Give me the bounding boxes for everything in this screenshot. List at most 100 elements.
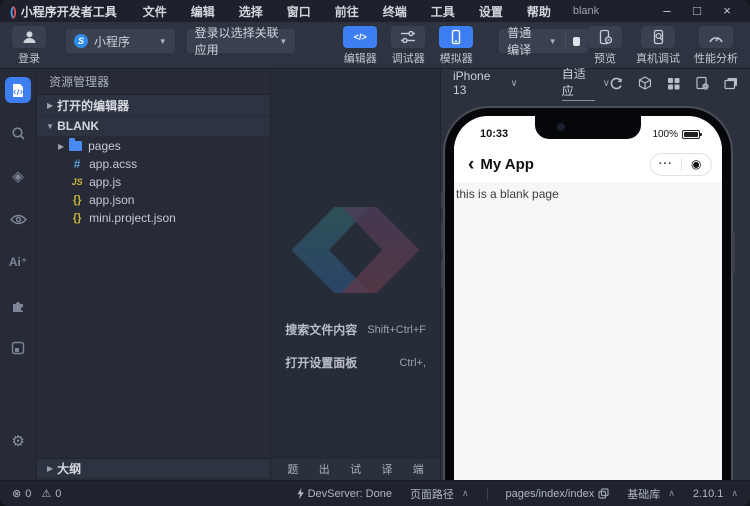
tab-debug[interactable]: 试 xyxy=(350,461,361,477)
phone-screen[interactable]: 10:33 100% ‹ My App ··· xyxy=(454,116,722,480)
project-root-row[interactable]: ▼ BLANK xyxy=(37,116,270,136)
phone-frame: 10:33 100% ‹ My App ··· xyxy=(445,108,731,480)
package-icon[interactable]: ◈ xyxy=(12,168,24,184)
page-config-icon[interactable] xyxy=(695,76,709,90)
preview-button[interactable]: 预览 xyxy=(588,26,622,66)
perf-analysis-button[interactable]: 性能分析 xyxy=(694,26,738,66)
shortcut-search-files: 搜索文件内容 Shift+Ctrl+F xyxy=(285,321,426,338)
app-logo-icon: () xyxy=(10,4,15,19)
code-icon: </> xyxy=(343,26,377,48)
rotate-icon[interactable] xyxy=(610,77,623,90)
app-window: () 小程序开发者工具 文件 编辑 选择 窗口 前往 终端 工具 设置 帮助 b… xyxy=(0,0,750,506)
more-dots-icon[interactable]: ··· xyxy=(651,158,681,170)
phone-icon xyxy=(439,26,473,48)
compile-mode-dropdown[interactable]: 普通编译 ▼ xyxy=(499,29,588,53)
open-editors-section[interactable]: ▶ 打开的编辑器 xyxy=(37,95,270,115)
eye-icon[interactable] xyxy=(10,211,27,227)
page-content: this is a blank page xyxy=(454,182,722,480)
back-chevron-icon[interactable]: ‹ xyxy=(468,155,474,174)
extensions-puzzle-icon[interactable] xyxy=(10,297,26,313)
copy-icon[interactable] xyxy=(598,488,609,499)
scale-dropdown[interactable]: 自适应 xyxy=(562,65,595,101)
settings-gear-icon[interactable]: ⚙ xyxy=(11,432,24,450)
menu-tools[interactable]: 工具 xyxy=(419,3,467,20)
phone-mockup: 10:33 100% ‹ My App ··· xyxy=(443,106,733,480)
grid-view-icon[interactable] xyxy=(667,77,680,90)
file-item-mini-project-json[interactable]: {} mini.project.json xyxy=(37,209,270,227)
tab-terminal[interactable]: 端 xyxy=(413,461,424,477)
shortcut-open-settings: 打开设置面板 Ctrl+, xyxy=(285,354,426,371)
tab-output[interactable]: 出 xyxy=(319,461,330,477)
multi-window-icon[interactable] xyxy=(724,77,738,90)
chevron-up-icon: ∧ xyxy=(731,488,738,499)
base-lib-version[interactable]: 2.10.1∧ xyxy=(693,488,738,500)
error-icon: ⊗ xyxy=(12,487,21,500)
simulator-toolbar: iPhone 13 ∨ 自适应 ∨ xyxy=(441,69,750,97)
phone-mute-switch xyxy=(441,192,444,208)
warning-count[interactable]: ⚠0 xyxy=(41,487,61,500)
menu-terminal[interactable]: 终端 xyxy=(371,3,419,20)
compile-button[interactable] xyxy=(573,37,580,46)
phone-power-button xyxy=(732,232,735,274)
remote-debug-button[interactable]: 真机调试 xyxy=(636,26,680,66)
explorer-rail-button[interactable] xyxy=(5,77,31,103)
file-item-app-js[interactable]: JS app.js xyxy=(37,173,270,191)
page-path-toggle[interactable]: 页面路径∧ xyxy=(410,486,469,502)
folder-icon xyxy=(69,141,82,151)
chevron-right-icon: ▶ xyxy=(43,464,57,473)
chevron-down-icon: ▼ xyxy=(549,37,557,46)
json-file-icon: {} xyxy=(69,212,85,224)
close-target-icon[interactable]: ◉ xyxy=(682,157,712,171)
miniprogram-icon: S xyxy=(74,34,88,48)
camera-dot xyxy=(557,123,565,131)
editor-panel: 搜索文件内容 Shift+Ctrl+F 打开设置面板 Ctrl+, 题 出 试 … xyxy=(271,69,441,480)
editor-toggle-button[interactable]: </> 编辑器 xyxy=(343,26,377,66)
outline-section[interactable]: ▶ 大纲 xyxy=(37,458,270,478)
chevron-down-icon: ∨ xyxy=(603,78,610,89)
page-path-value[interactable]: pages/index/index xyxy=(506,488,610,500)
battery-percent: 100% xyxy=(652,129,678,140)
editor-bottom-tabs: 题 出 试 译 端 xyxy=(271,457,440,480)
project-type-dropdown[interactable]: S 小程序 ▼ xyxy=(66,29,175,53)
minimize-button[interactable]: – xyxy=(652,0,682,22)
device-dropdown[interactable]: iPhone 13 xyxy=(453,69,502,97)
error-count[interactable]: ⊗0 xyxy=(12,487,31,500)
menu-settings[interactable]: 设置 xyxy=(467,3,515,20)
divider xyxy=(565,34,566,48)
search-icon[interactable] xyxy=(11,125,26,141)
folder-item-pages[interactable]: ▶ pages xyxy=(37,137,270,155)
bolt-icon xyxy=(297,488,304,499)
login-button[interactable]: 登录 xyxy=(12,26,46,66)
chevron-up-icon: ∧ xyxy=(462,488,469,499)
tab-problems[interactable]: 题 xyxy=(287,461,298,477)
tab-compile[interactable]: 译 xyxy=(381,461,392,477)
chevron-up-icon: ∧ xyxy=(668,488,675,499)
storage-icon[interactable] xyxy=(11,340,25,356)
base-lib-toggle[interactable]: 基础库∧ xyxy=(627,486,675,502)
close-button[interactable]: × xyxy=(712,0,742,22)
maximize-button[interactable]: □ xyxy=(682,0,712,22)
battery-icon xyxy=(682,130,700,139)
chevron-down-icon: ▼ xyxy=(279,37,287,46)
debugger-toggle-button[interactable]: 调试器 xyxy=(391,26,425,66)
relate-app-dropdown[interactable]: 登录以选择关联应用 ▼ xyxy=(187,29,296,53)
menu-window[interactable]: 窗口 xyxy=(275,3,323,20)
file-item-app-json[interactable]: {} app.json xyxy=(37,191,270,209)
json-file-icon: {} xyxy=(69,194,85,206)
chevron-down-icon: ▼ xyxy=(159,37,167,46)
explorer-panel: 资源管理器 ▶ 打开的编辑器 ▼ BLANK ▶ pages # app.acs… xyxy=(37,69,271,480)
file-item-app-acss[interactable]: # app.acss xyxy=(37,155,270,173)
menu-select[interactable]: 选择 xyxy=(227,3,275,20)
3d-cube-icon[interactable] xyxy=(638,76,652,90)
shortcut-hints: 搜索文件内容 Shift+Ctrl+F 打开设置面板 Ctrl+, xyxy=(271,321,440,387)
window-doc-name: blank xyxy=(573,5,599,17)
menu-go[interactable]: 前往 xyxy=(323,3,371,20)
menu-help[interactable]: 帮助 xyxy=(515,3,563,20)
menu-file[interactable]: 文件 xyxy=(131,3,179,20)
simulator-panel: iPhone 13 ∨ 自适应 ∨ xyxy=(441,69,750,480)
simulator-toggle-button[interactable]: 模拟器 xyxy=(439,26,473,66)
ai-assistant-icon[interactable]: Ai⁺ xyxy=(9,254,27,270)
phone-volume-up-button xyxy=(441,222,444,250)
menu-edit[interactable]: 编辑 xyxy=(179,3,227,20)
simulator-viewport: 10:33 100% ‹ My App ··· xyxy=(441,97,750,480)
